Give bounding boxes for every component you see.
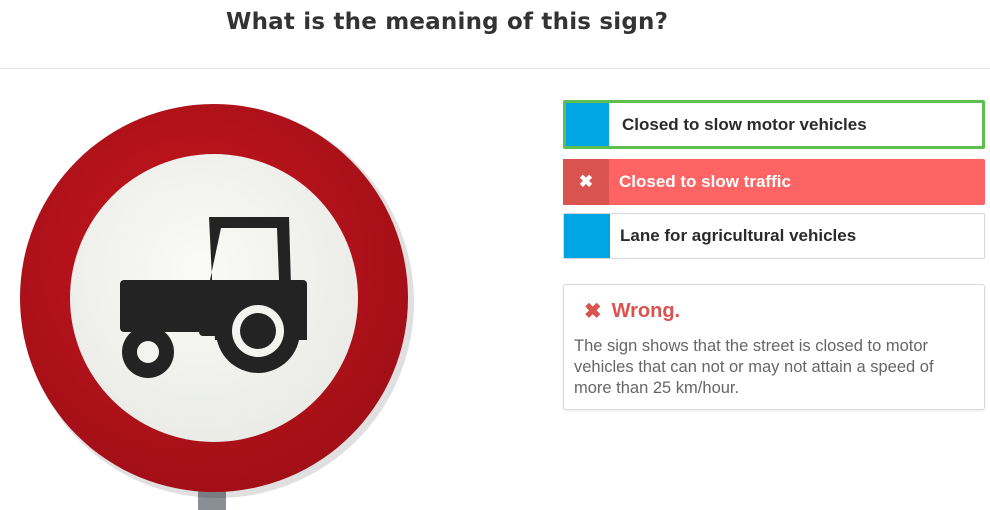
close-icon: ✖	[563, 159, 609, 205]
answer-label: Lane for agricultural vehicles	[620, 226, 857, 245]
feedback-text: The sign shows that the street is closed…	[574, 337, 934, 397]
answer-marker	[564, 214, 610, 258]
answer-marker	[566, 103, 609, 146]
close-icon: ✖	[584, 300, 602, 323]
feedback-heading: ✖ Wrong.	[584, 299, 680, 324]
feedback-box: ✖ Wrong. The sign shows that the street …	[563, 284, 985, 410]
feedback-heading-text: Wrong.	[611, 300, 681, 322]
answer-label: Closed to slow traffic	[619, 172, 791, 191]
answer-option-3[interactable]: Lane for agricultural vehicles	[563, 213, 985, 259]
quiz-page: What is the meaning of this sign? Closed…	[0, 0, 990, 510]
answer-option-1[interactable]: Closed to slow motor vehicles	[563, 100, 985, 149]
answer-label: Closed to slow motor vehicles	[622, 114, 867, 134]
traffic-sign-image	[0, 70, 440, 510]
sign-svg	[20, 104, 414, 510]
answer-option-2[interactable]: ✖ Closed to slow traffic	[563, 159, 985, 205]
question-title: What is the meaning of this sign?	[226, 9, 669, 35]
question-header: What is the meaning of this sign?	[0, 0, 990, 69]
